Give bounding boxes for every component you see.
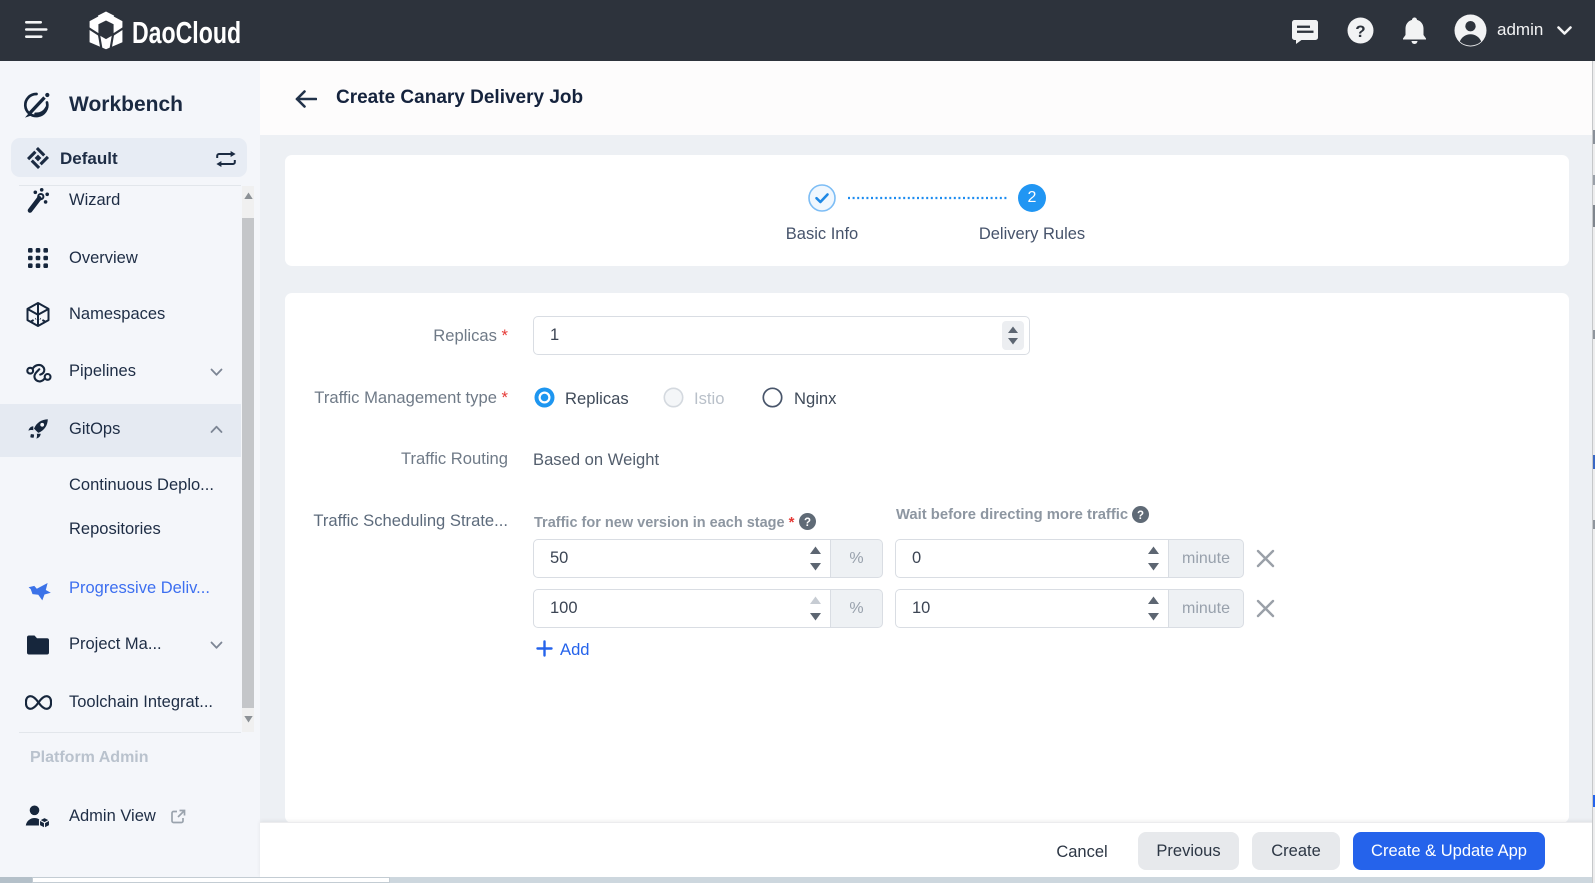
svg-text:?: ? [804, 517, 811, 529]
svg-text:?: ? [1355, 22, 1365, 41]
svg-text:?: ? [1137, 510, 1144, 522]
